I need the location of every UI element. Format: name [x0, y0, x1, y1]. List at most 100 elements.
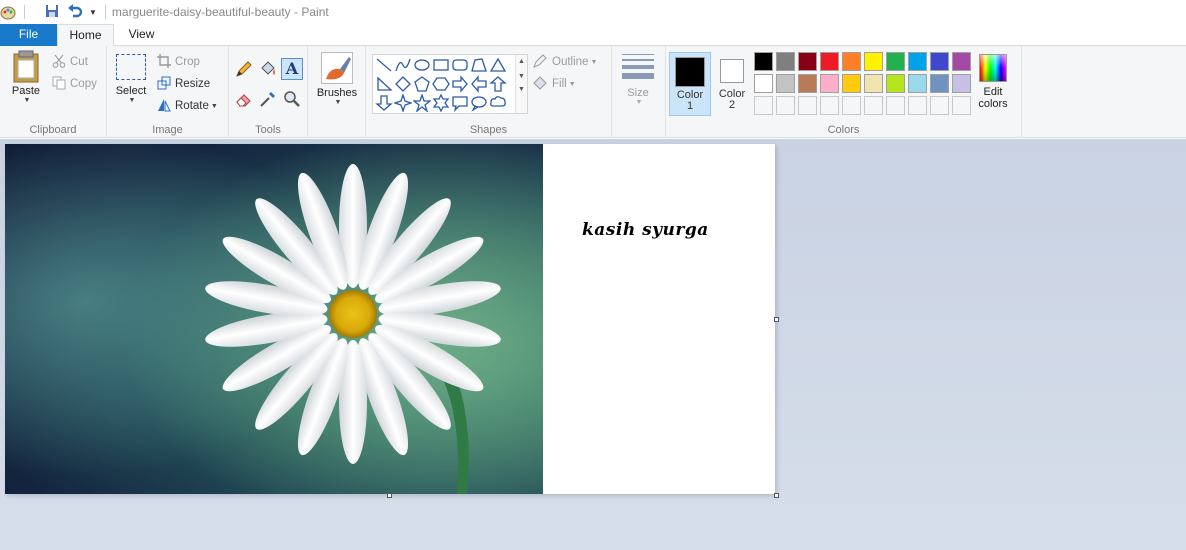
palette-swatch[interactable] — [886, 74, 905, 93]
text-icon[interactable]: A — [281, 58, 303, 80]
rotate-button[interactable]: Rotate ▼ — [157, 96, 218, 116]
resize-button[interactable]: Resize — [157, 74, 210, 94]
crop-button[interactable]: Crop — [157, 52, 200, 72]
palette-swatch[interactable] — [864, 52, 883, 71]
paste-button[interactable]: Paste ▼ — [4, 50, 48, 104]
save-icon[interactable] — [45, 4, 59, 21]
gallery-scroll-down-icon[interactable]: ▼ — [516, 73, 527, 80]
palette-custom-slot[interactable] — [776, 96, 795, 115]
palette-swatch[interactable] — [820, 52, 839, 71]
palette-swatch[interactable] — [952, 74, 971, 93]
copy-button[interactable]: Copy — [52, 74, 97, 94]
rotate-dropdown-icon[interactable]: ▼ — [211, 103, 218, 110]
palette-swatch[interactable] — [930, 52, 949, 71]
quick-access-dropdown-icon[interactable]: ▼ — [89, 8, 97, 17]
palette-swatch[interactable] — [864, 74, 883, 93]
paint-app-icon[interactable] — [0, 4, 16, 20]
color1-button[interactable]: Color 1 — [669, 52, 711, 116]
resize-handle-corner[interactable] — [774, 493, 779, 498]
four-point-star-shape-icon[interactable] — [392, 92, 414, 114]
palette-custom-slot[interactable] — [908, 96, 927, 115]
polygon-shape-icon[interactable] — [470, 56, 488, 74]
palette-swatch[interactable] — [798, 52, 817, 71]
cut-label: Cut — [70, 56, 88, 68]
cut-button[interactable]: Cut — [52, 52, 88, 72]
palette-swatch[interactable] — [908, 74, 927, 93]
cloud-callout-shape-icon[interactable] — [489, 94, 507, 112]
palette-swatch[interactable] — [930, 74, 949, 93]
palette-custom-slot[interactable] — [952, 96, 971, 115]
outline-dropdown-icon[interactable]: ▼ — [590, 59, 597, 66]
gallery-expand-icon[interactable]: ▼ — [516, 86, 527, 93]
select-button[interactable]: Select ▼ — [113, 54, 149, 104]
undo-icon[interactable] — [67, 3, 83, 21]
palette-custom-slot[interactable] — [842, 96, 861, 115]
left-arrow-shape-icon[interactable] — [470, 75, 488, 93]
edit-colors-button[interactable]: Edit colors — [974, 54, 1012, 110]
palette-swatch[interactable] — [798, 74, 817, 93]
palette-swatch[interactable] — [886, 52, 905, 71]
eraser-icon[interactable] — [235, 90, 253, 111]
palette-swatch[interactable] — [952, 52, 971, 71]
palette-swatch[interactable] — [776, 74, 795, 93]
palette-custom-slot[interactable] — [798, 96, 817, 115]
tab-file[interactable]: File — [0, 24, 57, 46]
up-arrow-shape-icon[interactable] — [489, 75, 507, 93]
brushes-dropdown-icon[interactable]: ▼ — [314, 99, 362, 106]
resize-label: Resize — [175, 78, 211, 90]
pencil-icon[interactable] — [235, 60, 253, 81]
fill-dropdown-icon[interactable]: ▼ — [569, 81, 576, 88]
down-arrow-shape-icon[interactable] — [375, 94, 393, 112]
select-dropdown-icon[interactable]: ▼ — [115, 97, 149, 104]
fill-button[interactable]: Fill ▼ — [532, 74, 576, 94]
magnifier-icon[interactable] — [283, 90, 301, 111]
clipboard-group: Paste ▼ Cut Copy Clipboard — [0, 46, 107, 138]
paste-dropdown-icon[interactable]: ▼ — [6, 97, 48, 104]
right-arrow-shape-icon[interactable] — [451, 75, 469, 93]
triangle-shape-icon[interactable] — [489, 56, 507, 74]
palette-swatch[interactable] — [754, 74, 773, 93]
palette-swatch[interactable] — [754, 52, 773, 71]
palette-swatch[interactable] — [776, 52, 795, 71]
curve-shape-icon[interactable] — [394, 56, 412, 74]
hexagon-shape-icon[interactable] — [432, 75, 450, 93]
rect-callout-shape-icon[interactable] — [451, 94, 469, 113]
rounded-rectangle-shape-icon[interactable] — [451, 56, 469, 74]
canvas-workspace[interactable]: kasih syurga — [0, 139, 1186, 550]
palette-custom-slot[interactable] — [886, 96, 905, 115]
five-point-star-shape-icon[interactable] — [412, 92, 432, 113]
palette-custom-slot[interactable] — [864, 96, 883, 115]
line-shape-icon[interactable] — [375, 56, 393, 74]
right-triangle-shape-icon[interactable] — [375, 75, 393, 93]
rectangle-shape-icon[interactable] — [432, 56, 450, 74]
pentagon-shape-icon[interactable] — [413, 75, 431, 93]
size-dropdown-icon[interactable]: ▼ — [620, 99, 658, 106]
fill-icon[interactable] — [259, 60, 277, 81]
tab-home[interactable]: Home — [57, 24, 114, 47]
palette-custom-slot[interactable] — [820, 96, 839, 115]
palette-swatch[interactable] — [908, 52, 927, 71]
tools-group: A Tools — [229, 46, 308, 138]
palette-swatch[interactable] — [842, 52, 861, 71]
palette-custom-slot[interactable] — [930, 96, 949, 115]
drawing-canvas[interactable]: kasih syurga — [5, 144, 775, 494]
oval-callout-shape-icon[interactable] — [470, 94, 488, 112]
diamond-shape-icon[interactable] — [394, 75, 412, 93]
resize-handle-bottom[interactable] — [387, 493, 392, 498]
palette-swatch[interactable] — [842, 74, 861, 93]
size-button[interactable]: Size ▼ — [618, 54, 658, 106]
six-point-star-shape-icon[interactable] — [432, 93, 450, 113]
color2-button[interactable]: Color 2 — [713, 52, 751, 116]
tab-view[interactable]: View — [114, 24, 169, 46]
color-picker-icon[interactable] — [259, 90, 277, 111]
outline-label: Outline — [552, 56, 589, 68]
shapes-gallery-scrollbar[interactable]: ▲ ▼ ▼ — [515, 55, 527, 113]
gallery-scroll-up-icon[interactable]: ▲ — [516, 58, 527, 65]
daisy-photo — [5, 144, 543, 494]
palette-swatch[interactable] — [820, 74, 839, 93]
palette-custom-slot[interactable] — [754, 96, 773, 115]
resize-handle-right[interactable] — [774, 317, 779, 322]
oval-shape-icon[interactable] — [413, 56, 431, 74]
brushes-button[interactable]: Brushes ▼ — [312, 52, 362, 106]
outline-button[interactable]: Outline ▼ — [532, 52, 597, 72]
